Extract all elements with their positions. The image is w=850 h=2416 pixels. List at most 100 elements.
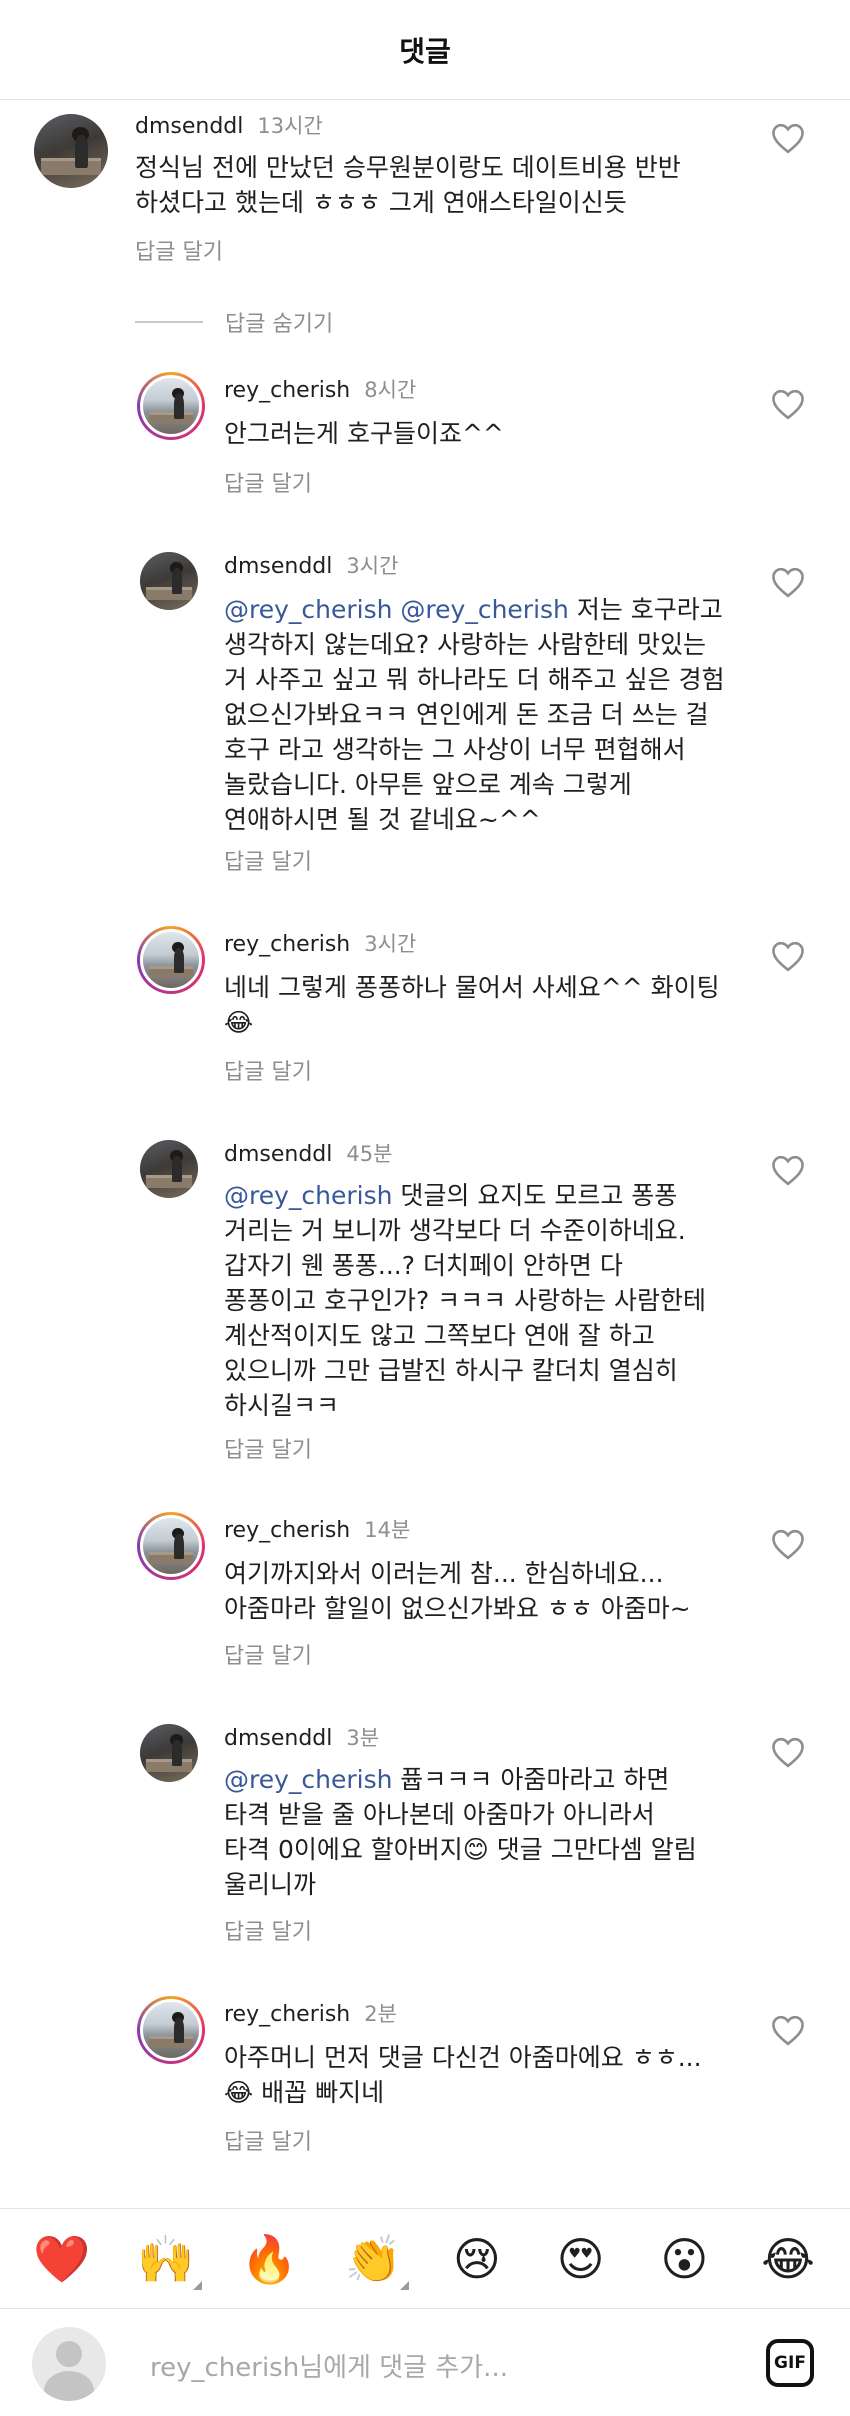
reply-button[interactable]: 답글 달기	[224, 1914, 312, 1946]
skin-tone-indicator	[192, 2280, 202, 2290]
comment-timestamp: 45분	[346, 1142, 393, 1166]
divider	[135, 321, 203, 323]
comment-text: @rey_cherish 댓글의 요지도 모르고 퐁퐁 거리는 거 보니까 생각…	[224, 1178, 754, 1423]
comment-line: 있으니까 그만 급발진 하시구 칼더치 열심히	[224, 1356, 678, 1385]
comment-timestamp: 8시간	[364, 378, 417, 402]
comment-line: 아줌마라 할일이 없으신가봐요 ㅎㅎ 아줌마~	[224, 1594, 691, 1623]
reply-button[interactable]: 답글 달기	[224, 2124, 312, 2156]
comment-line: 거리는 거 보니까 생각보다 더 수준이하네요.	[224, 1216, 686, 1245]
comment-line: 타격 0이에요 할아버지😊 댓글 그만다셈 알림	[224, 1835, 697, 1864]
avatar[interactable]	[140, 552, 198, 610]
reply-button[interactable]: 답글 달기	[224, 466, 312, 498]
avatar[interactable]	[140, 1724, 198, 1782]
crying-emoji-button[interactable]: 😢	[447, 2236, 507, 2282]
heart-eyes-emoji-button[interactable]: 😍	[551, 2236, 611, 2282]
comment-text: 아주머니 먼저 댓글 다신건 아줌마에요 ㅎㅎ... 😂 배꼽 빠지네	[224, 2040, 824, 2110]
comment-username[interactable]: rey_cherish	[224, 2002, 350, 2027]
comment-text: @rey_cherish @rey_cherish 저는 호구라고 생각하지 않…	[224, 592, 754, 837]
comment-username[interactable]: dmsenddl	[224, 1726, 332, 1751]
heart-icon[interactable]	[770, 566, 806, 598]
reply-button[interactable]: 답글 달기	[135, 234, 223, 266]
mention-link[interactable]: @rey_cherish	[224, 1181, 392, 1210]
clapping-emoji-button[interactable]: 👏	[343, 2236, 410, 2290]
comment-line: 생각하지 않는데요? 사랑하는 사람한테 맛있는	[224, 630, 707, 659]
clapping-emoji: 👏	[344, 2231, 402, 2286]
heart-icon[interactable]	[770, 2014, 806, 2046]
comment-line: 아주머니 먼저 댓글 다신건 아줌마에요 ㅎㅎ...	[224, 2043, 702, 2072]
header: 댓글	[0, 0, 850, 100]
comment-input[interactable]: rey_cherish님에게 댓글 추가...	[150, 2347, 508, 2384]
comment-text: 정식님 전에 만났던 승무원분이랑도 데이트비용 반반 하셨다고 했는데 ㅎㅎㅎ…	[135, 150, 775, 220]
comment-line: 연애하시면 될 것 같네요~^^	[224, 805, 541, 834]
comment-text: 여기까지와서 이러는게 참... 한심하네요... 아줌마라 할일이 없으신가봐…	[224, 1556, 824, 1626]
comment-line: 호구 라고 생각하는 그 사상이 너무 편협해서	[224, 735, 686, 764]
raising-hands-emoji-button[interactable]: 🙌	[136, 2236, 202, 2290]
comment-line: 안그러는게 호구들이죠^^	[224, 419, 504, 448]
default-avatar-head	[56, 2341, 82, 2367]
emoji-quick-bar: ❤️ 🙌 🔥 👏 😢 😍 😮 😂	[0, 2208, 850, 2308]
heart-icon[interactable]	[770, 1736, 806, 1768]
comment-line: 갑자기 웬 퐁퐁...? 더치페이 안하면 다	[224, 1251, 623, 1280]
gif-button[interactable]: GIF	[766, 2339, 814, 2387]
comment-line: 댓글의 요지도 모르고 퐁퐁	[392, 1181, 678, 1210]
comment-line: 저는 호구라고	[568, 595, 723, 624]
comment-line: 여기까지와서 이러는게 참... 한심하네요...	[224, 1559, 664, 1588]
mention-link[interactable]: @rey_cherish	[224, 1765, 392, 1794]
comment-timestamp: 3시간	[364, 932, 417, 956]
heart-icon[interactable]	[770, 1154, 806, 1186]
comment-text: 네네 그렇게 퐁퐁하나 물어서 사세요^^ 화이팅 😂	[224, 970, 824, 1040]
default-avatar-body	[44, 2371, 94, 2401]
mention-link[interactable]: @rey_cherish @rey_cherish	[224, 595, 569, 624]
heart-icon[interactable]	[770, 388, 806, 420]
comment-line: 타격 받을 줄 아나본데 아줌마가 아니라서	[224, 1800, 655, 1829]
comment-line: 계산적이지도 않고 그쪽보다 연애 잘 하고	[224, 1321, 655, 1350]
comment-timestamp: 14분	[364, 1518, 411, 1542]
laughing-emoji-button[interactable]: 😂	[758, 2236, 818, 2282]
reply-button[interactable]: 답글 달기	[224, 844, 312, 876]
comment-line: 퓹ㅋㅋㅋ 아줌마라고 하면	[392, 1765, 670, 1794]
heart-emoji-button[interactable]: ❤️	[32, 2236, 92, 2282]
reply-button[interactable]: 답글 달기	[224, 1054, 312, 1086]
page-title: 댓글	[399, 34, 451, 68]
comment-line: 퐁퐁이고 호구인가? ㅋㅋㅋ 사랑하는 사람한테	[224, 1286, 707, 1315]
avatar[interactable]	[137, 1996, 205, 2064]
comment-timestamp: 3분	[346, 1726, 380, 1750]
raising-hands-emoji: 🙌	[136, 2231, 195, 2286]
comment-username[interactable]: dmsenddl	[224, 1142, 332, 1167]
comment-line: 하셨다고 했는데 ㅎㅎㅎ 그게 연애스타일이신듯	[135, 188, 627, 217]
comment-line: 하시길ㅋㅋ	[224, 1391, 340, 1420]
avatar[interactable]	[137, 926, 205, 994]
avatar[interactable]	[137, 372, 205, 440]
heart-icon[interactable]	[770, 122, 806, 154]
hide-replies-button[interactable]: 답글 숨기기	[135, 306, 333, 338]
comment-timestamp: 3시간	[346, 554, 399, 578]
comment-line: 울리니까	[224, 1870, 317, 1899]
avatar[interactable]	[137, 1512, 205, 1580]
comment-username[interactable]: dmsenddl	[224, 554, 332, 579]
comment-text: @rey_cherish 퓹ㅋㅋㅋ 아줌마라고 하면 타격 받을 줄 아나본데 …	[224, 1762, 754, 1902]
comment-username[interactable]: dmsenddl	[135, 114, 243, 139]
reply-button[interactable]: 답글 달기	[224, 1432, 312, 1464]
comment-line: 😂	[224, 1008, 254, 1037]
comment-username[interactable]: rey_cherish	[224, 1518, 350, 1543]
avatar[interactable]	[34, 114, 108, 188]
avatar[interactable]	[140, 1140, 198, 1198]
comment-username[interactable]: rey_cherish	[224, 378, 350, 403]
comment-line: 정식님 전에 만났던 승무원분이랑도 데이트비용 반반	[135, 153, 681, 182]
heart-icon[interactable]	[770, 1528, 806, 1560]
comment-timestamp: 13시간	[257, 114, 323, 138]
surprised-emoji-button[interactable]: 😮	[654, 2236, 714, 2282]
comment-input-bar: rey_cherish님에게 댓글 추가... GIF	[0, 2308, 850, 2416]
comment-username[interactable]: rey_cherish	[224, 932, 350, 957]
comment-text: 안그러는게 호구들이죠^^	[224, 416, 824, 451]
reply-button[interactable]: 답글 달기	[224, 1638, 312, 1670]
comment-line: 😂 배꼽 빠지네	[224, 2078, 385, 2107]
my-avatar	[32, 2327, 106, 2401]
hide-replies-label[interactable]: 답글 숨기기	[225, 306, 333, 338]
comment-timestamp: 2분	[364, 2002, 397, 2026]
skin-tone-indicator	[400, 2280, 410, 2290]
heart-icon[interactable]	[770, 940, 806, 972]
fire-emoji-button[interactable]: 🔥	[239, 2236, 299, 2282]
comment-line: 네네 그렇게 퐁퐁하나 물어서 사세요^^ 화이팅	[224, 973, 720, 1002]
comment-line: 놀랐습니다. 아무튼 앞으로 계속 그렇게	[224, 770, 632, 799]
